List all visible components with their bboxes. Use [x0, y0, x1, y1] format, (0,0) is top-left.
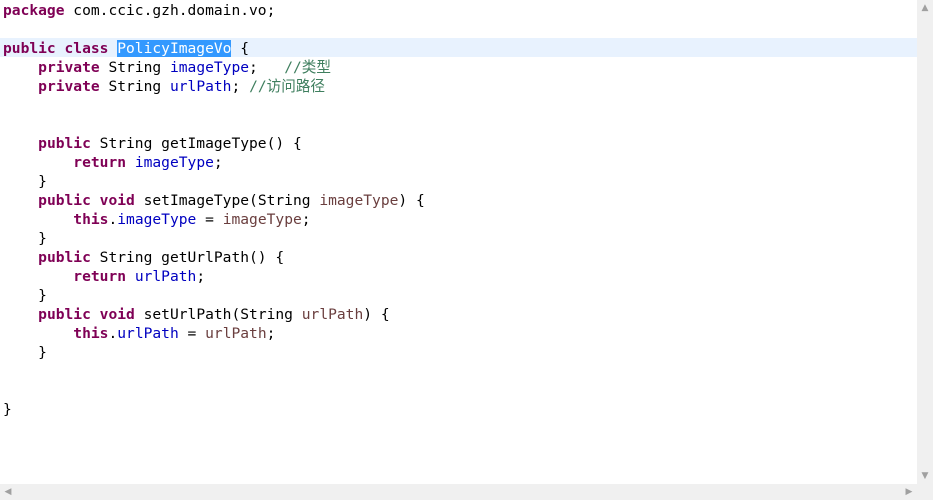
- parameter-name: urlPath: [301, 306, 364, 323]
- code-line-18: this.urlPath = urlPath;: [3, 324, 425, 343]
- code-line-3: public class PolicyImageVo {: [3, 39, 425, 58]
- field-name: urlPath: [117, 325, 179, 342]
- code-text[interactable]: package com.ccic.gzh.domain.vo; public cl…: [3, 1, 425, 419]
- method-signature: String getImageType() {: [90, 135, 302, 152]
- keyword: private: [38, 78, 100, 95]
- scroll-right-arrow-icon[interactable]: ▶: [901, 484, 917, 500]
- code-line-5: private String urlPath; //访问路径: [3, 77, 425, 96]
- package-name: com.ccic.gzh.domain.vo;: [64, 2, 276, 19]
- dot: .: [108, 211, 118, 228]
- keyword: public: [38, 135, 91, 152]
- keyword: this: [73, 325, 109, 342]
- code-editor[interactable]: package com.ccic.gzh.domain.vo; public cl…: [0, 0, 917, 484]
- code-line-4: private String imageType; //类型: [3, 58, 425, 77]
- code-line-9: return imageType;: [3, 153, 425, 172]
- horizontal-scrollbar[interactable]: ◀ ▶: [0, 484, 917, 500]
- keyword: this: [73, 211, 109, 228]
- code-line-15: return urlPath;: [3, 267, 425, 286]
- assign: =: [178, 325, 206, 342]
- comment: //访问路径: [249, 78, 326, 95]
- vertical-scrollbar[interactable]: ▲ ▼: [917, 0, 933, 484]
- type-name: String: [99, 78, 170, 95]
- paren-brace: ) {: [363, 306, 390, 323]
- semicolon: ;: [249, 59, 285, 76]
- field-name: imageType: [134, 154, 214, 171]
- parameter-name: urlPath: [205, 325, 267, 342]
- code-line-22: }: [3, 401, 12, 418]
- field-name: imageType: [117, 211, 197, 228]
- code-line-11: public void setImageType(String imageTyp…: [3, 191, 425, 210]
- scroll-left-arrow-icon[interactable]: ◀: [0, 484, 16, 500]
- semicolon: ;: [213, 154, 223, 171]
- keyword: public: [38, 249, 91, 266]
- semicolon: ;: [231, 78, 250, 95]
- scroll-up-arrow-icon[interactable]: ▲: [917, 0, 933, 16]
- selected-class-name[interactable]: PolicyImageVo: [117, 40, 232, 57]
- dot: .: [108, 325, 118, 342]
- code-line-12: this.imageType = imageType;: [3, 210, 425, 229]
- parameter-name: imageType: [319, 192, 399, 209]
- scrollbar-corner: [917, 484, 933, 500]
- field-name: imageType: [169, 59, 250, 76]
- keyword: public class: [3, 40, 109, 57]
- keyword: return: [73, 154, 127, 171]
- code-line-14: public String getUrlPath() {: [3, 248, 425, 267]
- semicolon: ;: [196, 268, 206, 285]
- code-line-13: }: [3, 230, 47, 247]
- keyword: public void: [38, 192, 135, 209]
- field-name: urlPath: [134, 268, 197, 285]
- semicolon: ;: [266, 325, 276, 342]
- field-name: urlPath: [169, 78, 232, 95]
- keyword: package: [3, 2, 65, 19]
- code-line-17: public void setUrlPath(String urlPath) {: [3, 305, 425, 324]
- method-signature: setUrlPath(String: [134, 306, 302, 323]
- scroll-down-arrow-icon[interactable]: ▼: [917, 468, 933, 484]
- code-line-10: }: [3, 173, 47, 190]
- brace: {: [231, 40, 250, 57]
- comment: //类型: [284, 59, 331, 76]
- semicolon: ;: [301, 211, 311, 228]
- parameter-name: imageType: [222, 211, 302, 228]
- keyword: private: [38, 59, 100, 76]
- keyword: public void: [38, 306, 135, 323]
- keyword: return: [73, 268, 127, 285]
- method-signature: setImageType(String: [134, 192, 320, 209]
- paren-brace: ) {: [398, 192, 425, 209]
- code-line-8: public String getImageType() {: [3, 134, 425, 153]
- code-line-16: }: [3, 287, 47, 304]
- method-signature: String getUrlPath() {: [90, 249, 285, 266]
- assign: =: [196, 211, 223, 228]
- type-name: String: [99, 59, 170, 76]
- code-line-19: }: [3, 344, 47, 361]
- code-line-1: package com.ccic.gzh.domain.vo;: [3, 1, 425, 20]
